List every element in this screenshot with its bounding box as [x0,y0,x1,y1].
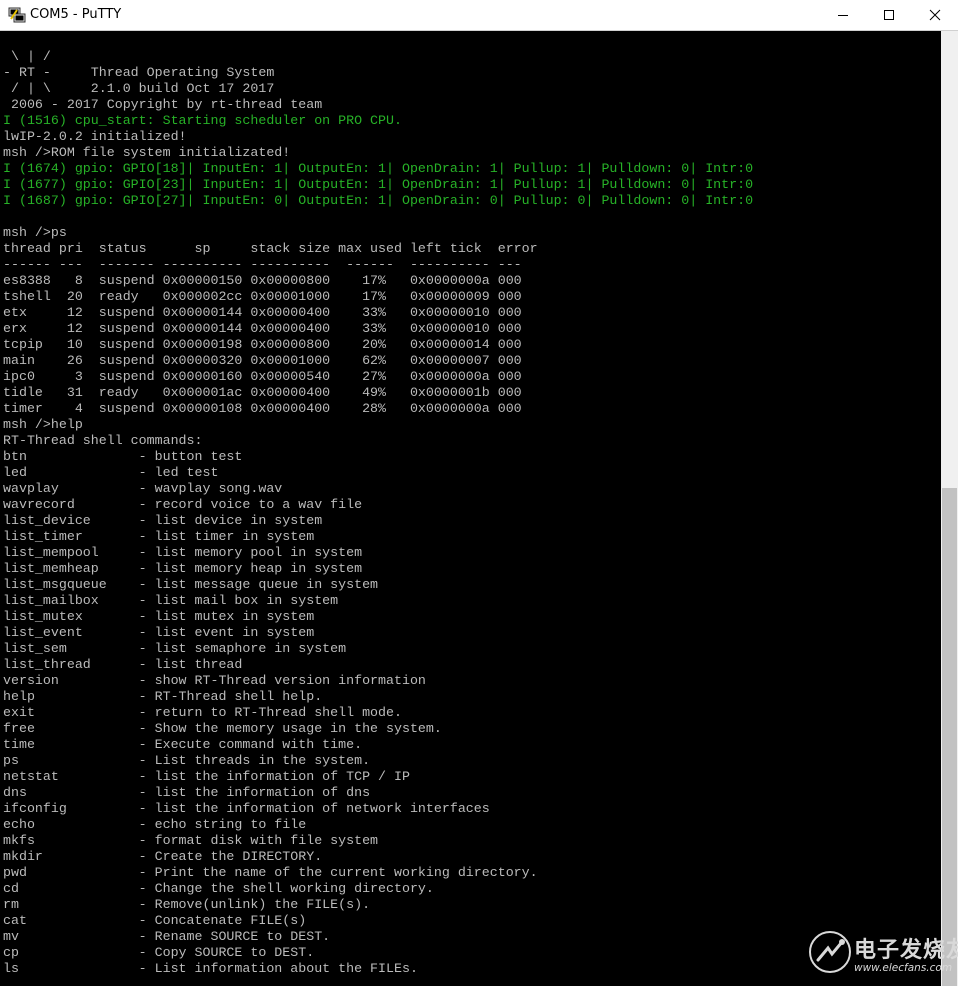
terminal-line: list_msgqueue - list message queue in sy… [3,577,379,592]
terminal-line: tidle 31 ready 0x000001ac 0x00000400 49%… [3,385,522,400]
terminal-line: list_device - list device in system [3,513,323,528]
terminal-line: wavrecord - record voice to a wav file [3,497,363,512]
terminal-line: ps - List threads in the system. [3,753,371,768]
terminal-line: msh />ps [3,225,67,240]
terminal-line: erx 12 suspend 0x00000144 0x00000400 33%… [3,321,522,336]
elecfans-logo-icon [809,931,851,973]
close-icon [929,9,941,21]
terminal-line: exit - return to RT-Thread shell mode. [3,705,402,720]
terminal-line: free - Show the memory usage in the syst… [3,721,442,736]
terminal-line: cd - Change the shell working directory. [3,881,434,896]
terminal-line: list_thread - list thread [3,657,243,672]
terminal-line: es8388 8 suspend 0x00000150 0x00000800 1… [3,273,522,288]
watermark-url: www.elecfans.com [854,962,953,974]
putty-icon[interactable] [8,7,26,23]
terminal-line: list_memheap - list memory heap in syste… [3,561,363,576]
window-title: COM5 - PuTTY [30,7,122,22]
terminal-output: \ | / - RT - Thread Operating System / | … [3,49,753,977]
terminal-line: etx 12 suspend 0x00000144 0x00000400 33%… [3,305,522,320]
terminal-line: tshell 20 ready 0x000002cc 0x00001000 17… [3,289,522,304]
terminal-line: ipc0 3 suspend 0x00000160 0x00000540 27%… [3,369,522,384]
terminal-line: ------ --- ------- ---------- ----------… [3,257,522,272]
watermark: 电子发烧友 www.elecfans.com [808,930,958,980]
terminal-line: ifconfig - list the information of netwo… [3,801,490,816]
maximize-icon [884,10,894,20]
terminal-line: list_mailbox - list mail box in system [3,593,339,608]
minimize-button[interactable] [820,0,866,30]
terminal-line: thread pri status sp stack size max used… [3,241,538,256]
terminal-line: / | \ 2.1.0 build Oct 17 2017 [3,81,275,96]
terminal-line: I (1674) gpio: GPIO[18]| InputEn: 1| Out… [3,161,754,176]
terminal-area[interactable]: \ | / - RT - Thread Operating System / | … [0,31,941,986]
terminal-line: mkdir - Create the DIRECTORY. [3,849,323,864]
terminal-line: msh />help [3,417,83,432]
scrollbar-thumb[interactable] [942,488,957,986]
terminal-line: tcpip 10 suspend 0x00000198 0x00000800 2… [3,337,522,352]
terminal-line: ls - List information about the FILEs. [3,961,418,976]
maximize-button[interactable] [866,0,912,30]
terminal-line: 2006 - 2017 Copyright by rt-thread team [3,97,323,112]
terminal-line: list_timer - list timer in system [3,529,315,544]
terminal-line: list_sem - list semaphore in system [3,641,347,656]
terminal-line: mkfs - format disk with file system [3,833,379,848]
terminal-line: list_mempool - list memory pool in syste… [3,545,363,560]
terminal-line: RT-Thread shell commands: [3,433,203,448]
terminal-line: main 26 suspend 0x00000320 0x00001000 62… [3,353,522,368]
close-button[interactable] [912,0,958,30]
terminal-line: list_mutex - list mutex in system [3,609,315,624]
terminal-line: dns - list the information of dns [3,785,371,800]
terminal-line: btn - button test [3,449,243,464]
terminal-line: cat - Concatenate FILE(s) [3,913,307,928]
terminal-line: I (1516) cpu_start: Starting scheduler o… [3,113,402,128]
terminal-line: netstat - list the information of TCP / … [3,769,410,784]
terminal-line: - RT - Thread Operating System [3,65,275,80]
terminal-line: \ | / [3,49,51,64]
terminal-line: list_event - list event in system [3,625,315,640]
terminal-line: I (1687) gpio: GPIO[27]| InputEn: 0| Out… [3,193,754,208]
watermark-brand: 电子发烧友 [854,938,958,963]
terminal-line: time - Execute command with time. [3,737,363,752]
terminal-line: wavplay - wavplay song.wav [3,481,283,496]
terminal-line: pwd - Print the name of the current work… [3,865,538,880]
title-bar[interactable]: COM5 - PuTTY [0,0,958,31]
terminal-line: version - show RT-Thread version informa… [3,673,426,688]
vertical-scrollbar[interactable] [941,31,958,986]
terminal-line: cp - Copy SOURCE to DEST. [3,945,315,960]
terminal-line: msh />ROM file system initializated! [3,145,291,160]
terminal-line: I (1677) gpio: GPIO[23]| InputEn: 1| Out… [3,177,754,192]
minimize-icon [838,15,848,16]
terminal-line: help - RT-Thread shell help. [3,689,323,704]
terminal-line: rm - Remove(unlink) the FILE(s). [3,897,371,912]
terminal-line: lwIP-2.0.2 initialized! [3,129,187,144]
terminal-line: timer 4 suspend 0x00000108 0x00000400 28… [3,401,522,416]
terminal-line: mv - Rename SOURCE to DEST. [3,929,331,944]
terminal-line: echo - echo string to file [3,817,307,832]
terminal-line: led - led test [3,465,219,480]
